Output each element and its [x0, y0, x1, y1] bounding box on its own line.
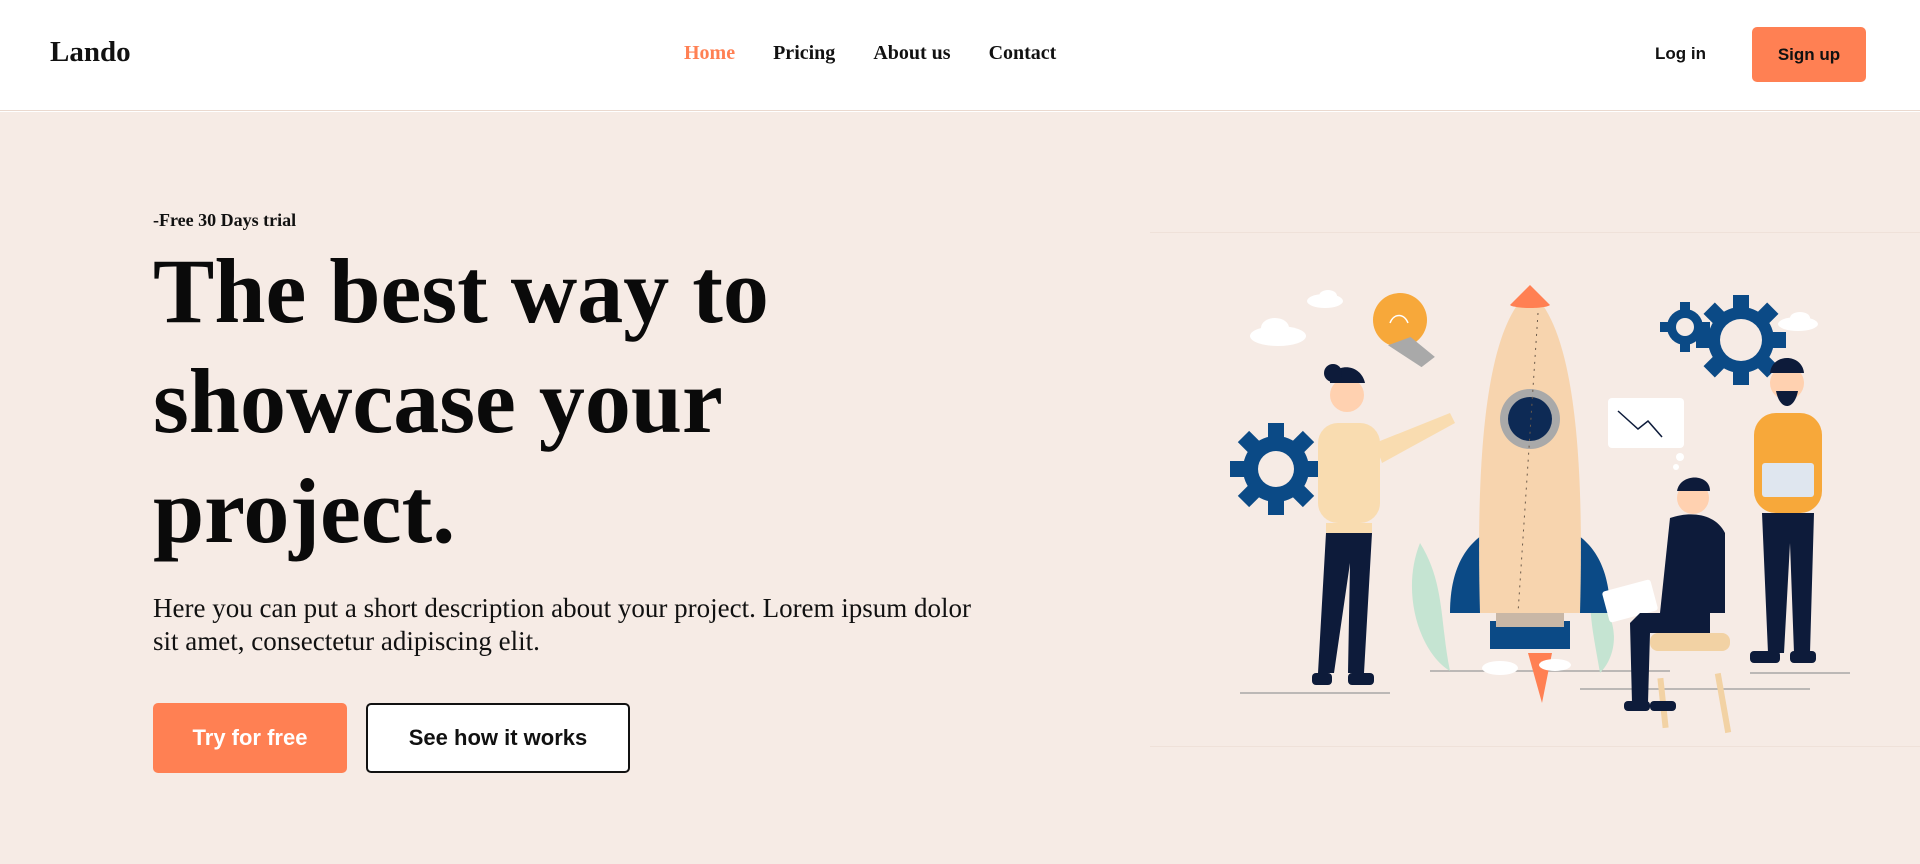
- seated-man-figure: [1602, 477, 1732, 734]
- headline-line: project.: [153, 460, 456, 562]
- headline-line: showcase your: [153, 350, 723, 452]
- startup-launch-illustration: [1150, 232, 1920, 747]
- gear-icon: [1230, 423, 1322, 515]
- chart-board-icon: [1608, 398, 1684, 470]
- hero-section: -Free 30 Days trial The best way to show…: [0, 112, 1920, 864]
- trial-eyebrow: -Free 30 Days trial: [153, 210, 297, 230]
- standing-man-figure: [1750, 358, 1822, 663]
- plant-icon: [1411, 543, 1450, 671]
- hero-headline: The best way to showcase your project.: [153, 236, 913, 566]
- nav-home[interactable]: Home: [684, 42, 735, 65]
- see-how-it-works-button[interactable]: See how it works: [366, 703, 630, 773]
- login-link[interactable]: Log in: [1655, 44, 1706, 64]
- nav-about-us[interactable]: About us: [873, 42, 950, 65]
- signup-button[interactable]: Sign up: [1752, 27, 1866, 82]
- lightbulb-icon: [1373, 293, 1435, 368]
- try-for-free-button[interactable]: Try for free: [153, 703, 347, 773]
- main-nav: Home Pricing About us Contact: [684, 42, 1056, 65]
- hero-description: Here you can put a short description abo…: [153, 593, 972, 656]
- headline-line: The best way to: [153, 240, 769, 342]
- nav-pricing[interactable]: Pricing: [773, 42, 835, 65]
- rocket-icon: [1450, 285, 1610, 703]
- illustration-svg: [1230, 285, 1850, 734]
- site-header: Lando Home Pricing About us Contact Log …: [0, 0, 1920, 111]
- logo[interactable]: Lando: [50, 36, 131, 69]
- nav-contact[interactable]: Contact: [989, 42, 1057, 65]
